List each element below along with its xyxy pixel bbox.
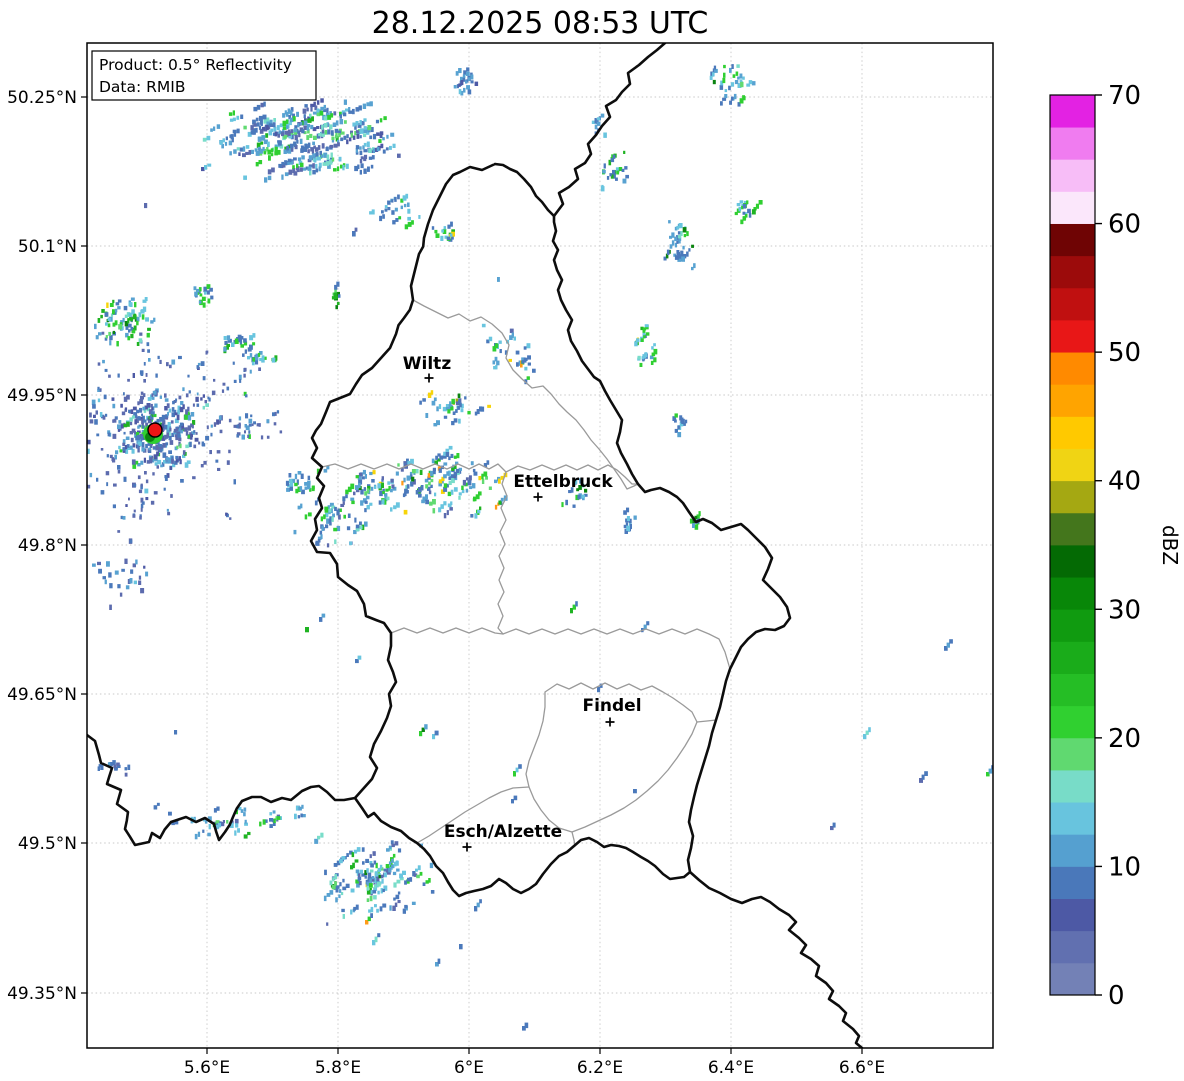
district-border-line <box>696 719 717 723</box>
colorbar-tick-label: 40 <box>1108 467 1141 497</box>
x-axis: 5.6°E 5.8°E 6°E 6.2°E 6.4°E 6.6°E <box>184 1048 885 1078</box>
country-borders <box>87 43 864 1048</box>
colorbar-segment <box>1050 962 1095 996</box>
y-axis: 50.25°N 50.1°N 49.95°N 49.8°N 49.65°N 49.5°N 4… <box>7 88 87 1004</box>
country-border-line <box>688 870 864 1048</box>
colorbar-segment <box>1050 609 1095 642</box>
colorbar-segment <box>1050 287 1095 321</box>
colorbar-segment <box>1050 577 1095 610</box>
colorbar-segment <box>1050 545 1095 578</box>
x-tick-label: 6.2°E <box>577 1058 623 1078</box>
info-data-line: Data: RMIB <box>99 78 186 96</box>
city-plus-marker <box>605 717 615 727</box>
colorbar-axis-label: dBZ <box>1158 525 1182 565</box>
colorbar-segment <box>1050 866 1095 899</box>
country-border-line <box>552 43 667 218</box>
info-product-line: Product: 0.5° Reflectivity <box>99 56 292 74</box>
city-label: Wiltz <box>403 354 452 374</box>
x-tick-label: 6.4°E <box>708 1058 754 1078</box>
country-border-line <box>87 733 357 847</box>
radar-map-figure: 28.12.2025 08:53 UTC Wiltz Ettelbruck Find… <box>7 6 1182 1078</box>
colorbar-tick-label: 10 <box>1108 852 1141 882</box>
colorbar-segment <box>1050 448 1095 482</box>
city-esch-alzette: Esch/Alzette <box>444 822 562 852</box>
district-border-line <box>412 299 639 490</box>
y-tick-label: 49.35°N <box>7 984 77 1004</box>
colorbar-segment <box>1050 159 1095 192</box>
x-tick-label: 6.6°E <box>839 1058 885 1078</box>
colorbar-segment <box>1050 898 1095 932</box>
city-plus-marker <box>462 842 472 852</box>
city-label: Esch/Alzette <box>444 822 562 842</box>
colorbar-segment <box>1050 352 1095 385</box>
city-findel: Findel <box>582 696 642 727</box>
colorbar: 0 10 20 30 40 50 60 70 <box>1049 81 1141 1011</box>
colorbar-tick-label: 60 <box>1108 210 1141 240</box>
colorbar-segment <box>1050 770 1095 803</box>
x-tick-label: 5.6°E <box>184 1058 230 1078</box>
x-tick-label: 5.8°E <box>315 1058 361 1078</box>
city-wiltz: Wiltz <box>403 354 452 383</box>
colorbar-segment <box>1050 95 1095 128</box>
city-ettelbruck: Ettelbruck <box>513 472 613 502</box>
district-border-line <box>390 627 731 670</box>
y-tick-label: 49.95°N <box>7 386 77 406</box>
colorbar-segment <box>1050 320 1095 353</box>
colorbar-segment <box>1050 705 1095 739</box>
city-plus-marker <box>533 492 543 502</box>
colorbar-tick-label: 70 <box>1108 81 1141 111</box>
radar-site-dot <box>147 422 163 438</box>
district-borders <box>321 299 731 847</box>
colorbar-segment <box>1050 223 1095 257</box>
y-tick-label: 50.1°N <box>18 237 77 257</box>
colorbar-tick-label: 20 <box>1108 724 1141 754</box>
radar-echo-layer <box>87 64 993 1031</box>
y-tick-label: 50.25°N <box>7 88 77 108</box>
country-border-line <box>309 162 792 898</box>
colorbar-segment <box>1050 930 1095 964</box>
colorbar-segment <box>1050 191 1095 224</box>
x-tick-label: 6°E <box>454 1058 484 1078</box>
y-tick-label: 49.8°N <box>18 536 77 556</box>
product-info-box: Product: 0.5° Reflectivity Data: RMIB <box>91 50 317 101</box>
colorbar-segment <box>1050 802 1095 835</box>
colorbar-segment <box>1050 641 1095 674</box>
city-label: Ettelbruck <box>513 472 613 492</box>
map-frame <box>86 42 994 1049</box>
city-plus-marker <box>424 373 434 383</box>
colorbar-segment <box>1050 255 1095 289</box>
colorbar-tick-label: 30 <box>1108 595 1141 625</box>
colorbar-segment <box>1050 416 1095 449</box>
city-label: Findel <box>582 696 641 716</box>
colorbar-tick-label: 0 <box>1108 981 1125 1011</box>
colorbar-segment <box>1050 512 1095 546</box>
city-labels: Wiltz Ettelbruck Findel Esch/Alzette <box>403 354 642 852</box>
y-tick-label: 49.65°N <box>7 685 77 705</box>
plot-title: 28.12.2025 08:53 UTC <box>372 6 709 41</box>
colorbar-segment <box>1050 480 1095 514</box>
colorbar-segment <box>1050 673 1095 707</box>
colorbar-segment <box>1050 384 1095 417</box>
colorbar-segment <box>1050 834 1095 867</box>
grid-lines <box>87 43 993 1048</box>
colorbar-tick-label: 50 <box>1108 338 1141 368</box>
y-tick-label: 49.5°N <box>18 834 77 854</box>
colorbar-segment <box>1050 127 1095 160</box>
radar-map-page: 28.12.2025 08:53 UTC Wiltz Ettelbruck Find… <box>0 0 1184 1081</box>
colorbar-segment <box>1050 737 1095 771</box>
